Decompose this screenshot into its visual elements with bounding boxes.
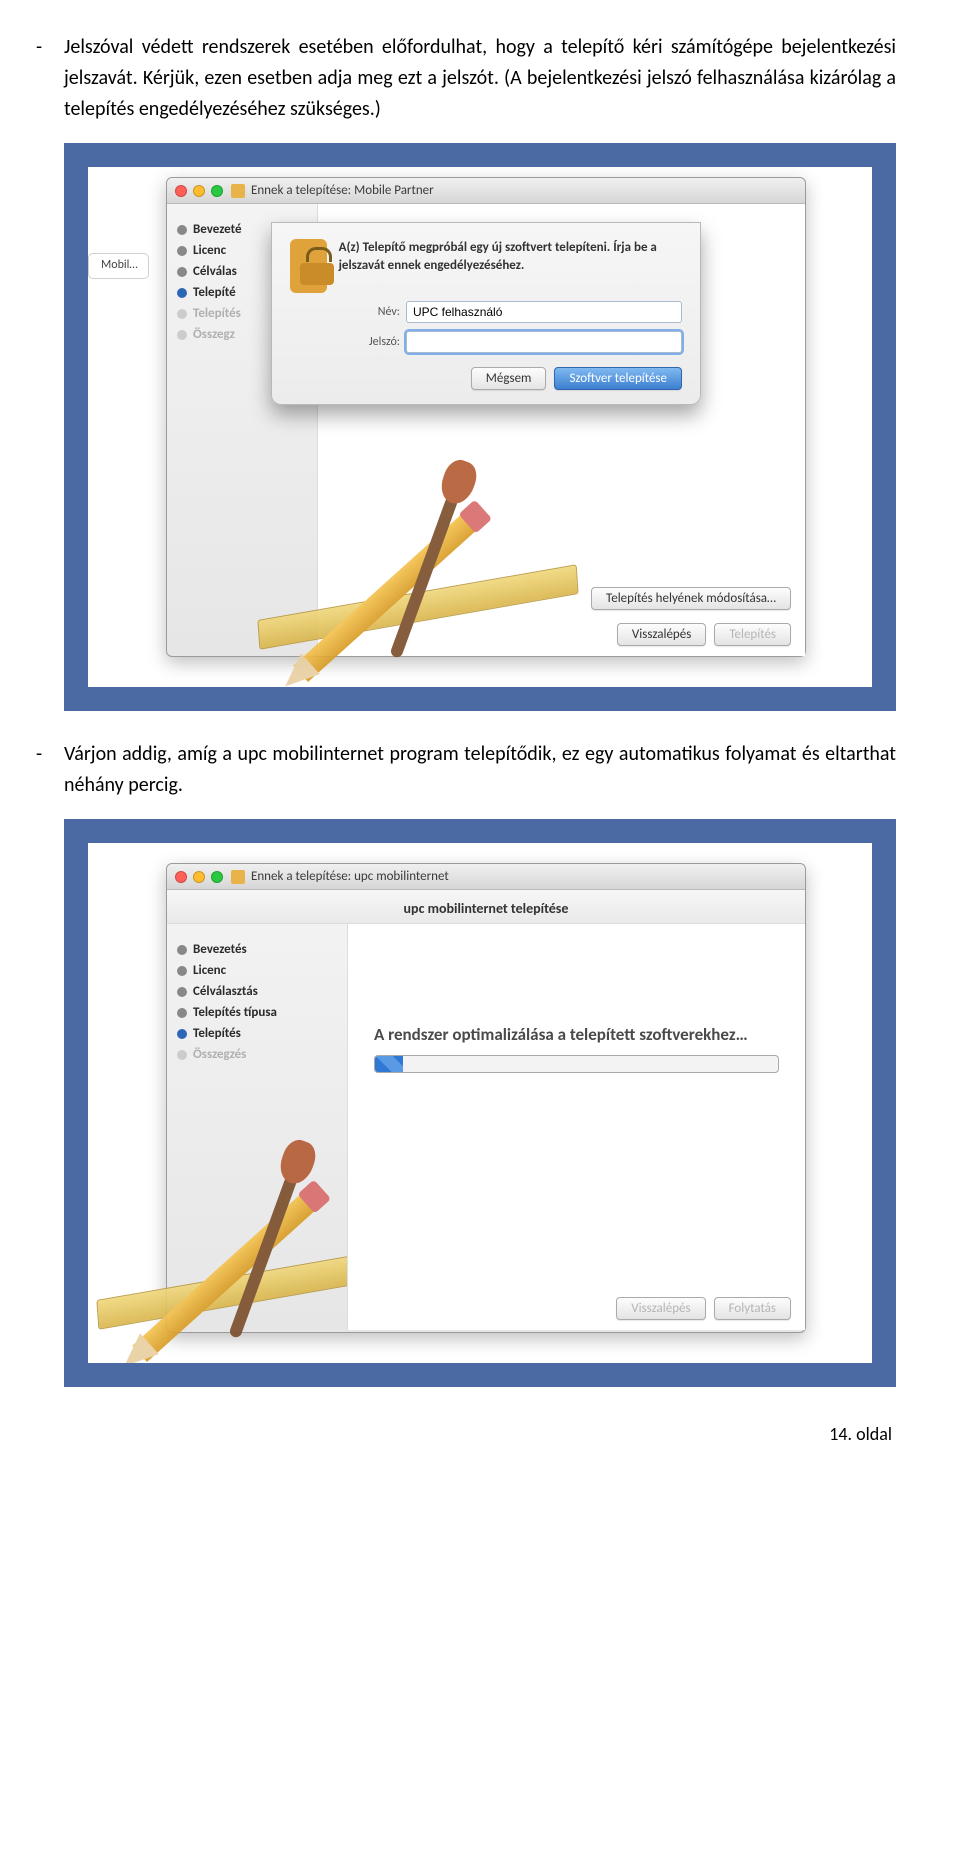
auth-dialog: A(z) Telepítő megpróbál egy új szoftvert…	[271, 222, 701, 405]
traffic-lights[interactable]	[175, 871, 223, 883]
cancel-button[interactable]: Mégsem	[471, 367, 547, 390]
step-label: Telepítés	[193, 306, 241, 321]
step-item: Licenc	[177, 963, 337, 978]
installer-content: A rendszer optimalizálása a telepített s…	[347, 924, 805, 1330]
step-item: Telepítés	[177, 1026, 337, 1041]
install-software-button[interactable]: Szoftver telepítése	[554, 367, 682, 390]
steps-sidebar: Bevezetés Licenc Célválasztás Telepítés …	[167, 924, 347, 1330]
zoom-icon[interactable]	[211, 185, 223, 197]
step-label: Célválas	[193, 264, 237, 279]
step-item: Célválasztás	[177, 984, 337, 999]
progress-bar	[374, 1055, 779, 1073]
step-label: Bevezetés	[193, 942, 247, 957]
close-icon[interactable]	[175, 185, 187, 197]
paragraph-2: - Várjon addig, amíg a upc mobilinternet…	[64, 739, 896, 801]
background-window-tab: Mobil…	[88, 253, 149, 279]
step-label: Licenc	[193, 243, 226, 258]
installer-window-2: Ennek a telepítése: upc mobilinternet up…	[166, 863, 806, 1333]
window-titlebar: Ennek a telepítése: upc mobilinternet	[167, 864, 805, 890]
change-location-button[interactable]: Telepítés helyének módosítása…	[591, 587, 791, 610]
screenshot-2: Ennek a telepítése: upc mobilinternet up…	[64, 819, 896, 1387]
zoom-icon[interactable]	[211, 871, 223, 883]
screenshot-1: Mobil… Ennek a telepítése: Mobile Partne…	[64, 143, 896, 711]
installer-art	[278, 392, 598, 687]
name-label: Név:	[356, 305, 400, 319]
step-item: Bevezetés	[177, 942, 337, 957]
name-field[interactable]	[406, 301, 682, 323]
step-item: Összegzés	[177, 1047, 337, 1062]
password-label: Jelszó:	[356, 335, 400, 349]
step-label: Összegzés	[193, 1047, 246, 1062]
install-button: Telepítés	[714, 623, 791, 646]
page-number: 14. oldal	[64, 1423, 896, 1445]
installer-header: upc mobilinternet telepítése	[167, 890, 805, 924]
back-button[interactable]: Visszalépés	[617, 623, 706, 646]
close-icon[interactable]	[175, 871, 187, 883]
step-label: Telepíté	[193, 285, 236, 300]
paragraph-1-text: Jelszóval védett rendszerek esetében elő…	[64, 32, 896, 125]
paragraph-2-text: Várjon addig, amíg a upc mobilinternet p…	[64, 739, 896, 801]
minimize-icon[interactable]	[193, 871, 205, 883]
minimize-icon[interactable]	[193, 185, 205, 197]
step-label: Célválasztás	[193, 984, 258, 999]
bullet-dash: -	[36, 32, 64, 125]
step-item: Telepítés típusa	[177, 1005, 337, 1020]
step-label: Telepítés típusa	[193, 1005, 277, 1020]
window-title: Ennek a telepítése: Mobile Partner	[251, 183, 434, 198]
continue-button: Folytatás	[714, 1297, 791, 1320]
auth-message: A(z) Telepítő megpróbál egy új szoftvert…	[339, 239, 682, 274]
package-icon	[231, 184, 245, 198]
package-icon	[231, 870, 245, 884]
installer-window: Ennek a telepítése: Mobile Partner Bevez…	[166, 177, 806, 657]
password-field[interactable]	[406, 331, 682, 353]
window-titlebar: Ennek a telepítése: Mobile Partner	[167, 178, 805, 204]
traffic-lights[interactable]	[175, 185, 223, 197]
step-label: Telepítés	[193, 1026, 241, 1041]
bullet-dash: -	[36, 739, 64, 801]
lock-icon	[290, 239, 327, 293]
step-label: Licenc	[193, 963, 226, 978]
back-button: Visszalépés	[616, 1297, 705, 1320]
window-title: Ennek a telepítése: upc mobilinternet	[251, 869, 449, 884]
status-text: A rendszer optimalizálása a telepített s…	[374, 1024, 779, 1045]
step-label: Összegz	[193, 327, 235, 342]
step-label: Bevezeté	[193, 222, 242, 237]
paragraph-1: - Jelszóval védett rendszerek esetében e…	[64, 32, 896, 125]
